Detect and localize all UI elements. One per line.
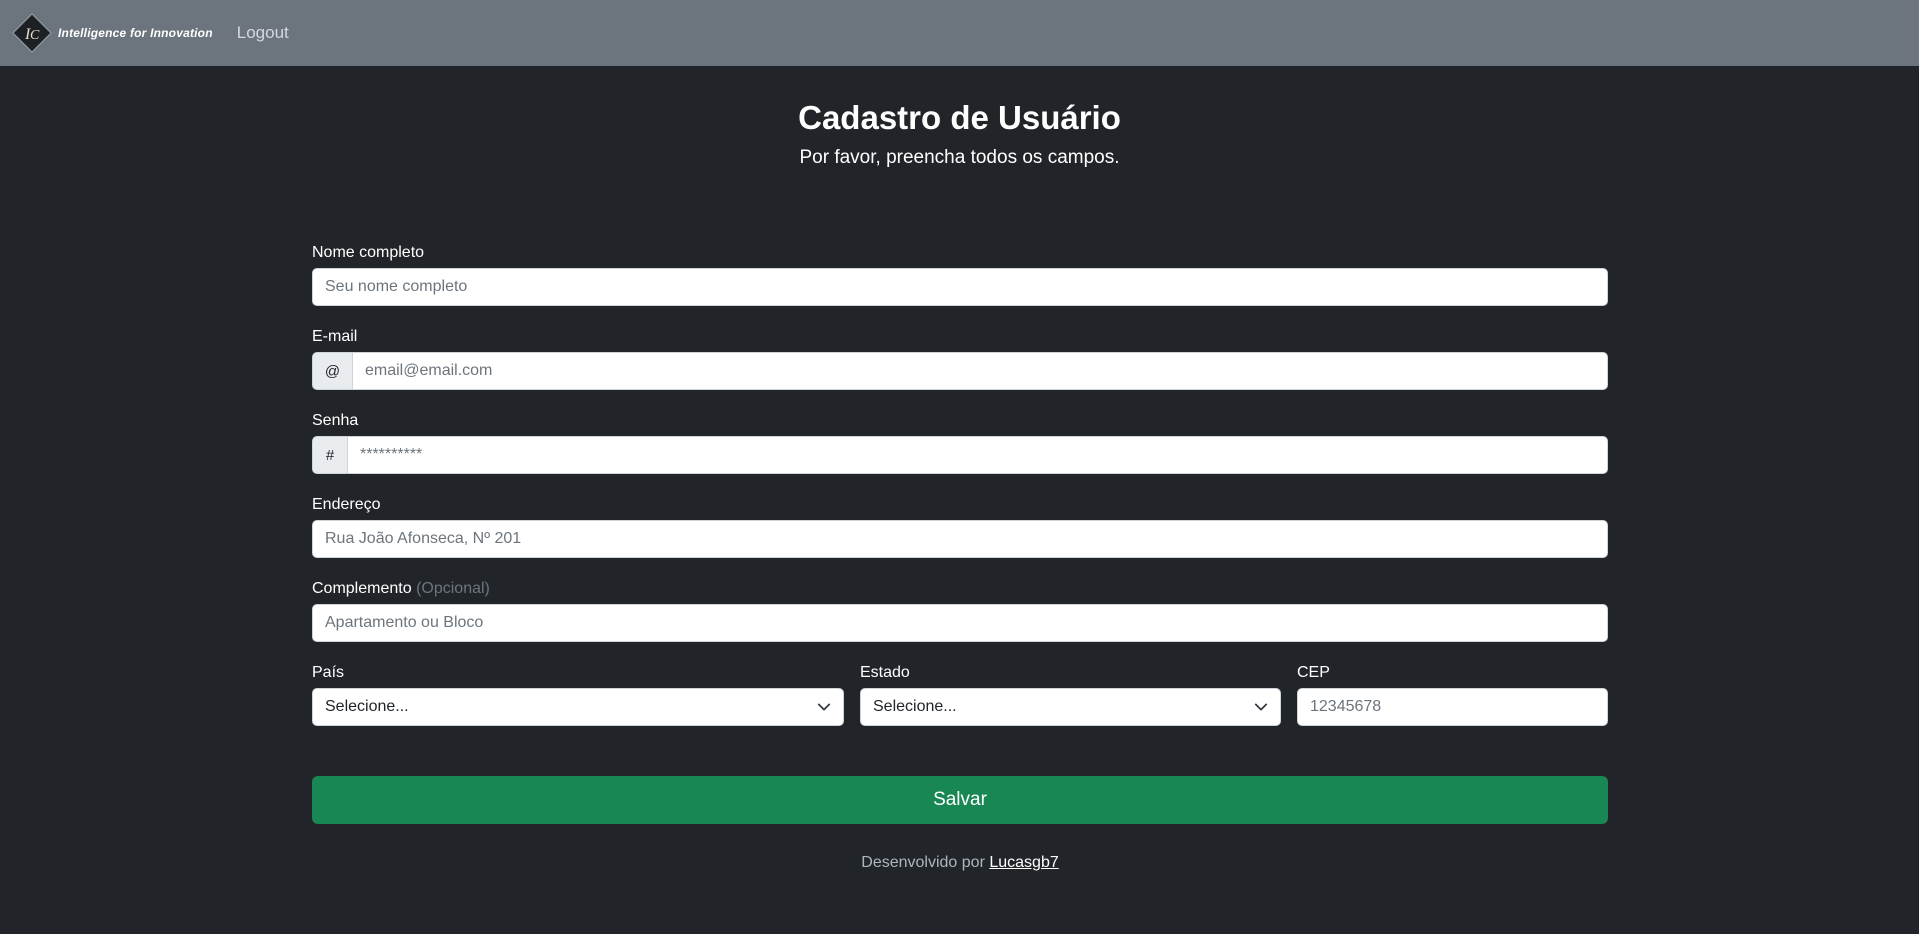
page-header: Cadastro de Usuário Por favor, preencha … (0, 96, 1919, 170)
chevron-down-icon (817, 703, 831, 711)
email-field-group: E-mail @ (312, 322, 1608, 390)
page-subtitle: Por favor, preencha todos os campos. (799, 147, 1120, 168)
password-input[interactable] (347, 436, 1608, 474)
email-label: E-mail (312, 328, 358, 345)
save-button[interactable]: Salvar (312, 776, 1608, 824)
complement-field-group: Complemento (Opcional) (312, 574, 1608, 642)
email-input[interactable] (352, 352, 1608, 390)
registration-form: Nome completo E-mail @ Senha # Endereço … (312, 238, 1608, 872)
address-field-group: Endereço (312, 490, 1608, 558)
footer-prefix: Desenvolvido por (861, 854, 985, 871)
brand-text: Intelligence for Innovation (58, 26, 213, 40)
complement-label: Complemento (Opcional) (312, 574, 1608, 604)
footer: Desenvolvido por Lucasgb7 (312, 854, 1608, 872)
address-label: Endereço (312, 496, 381, 513)
country-label: País (312, 664, 345, 681)
cep-field-group: CEP (1297, 658, 1608, 726)
at-sign-addon: @ (312, 352, 352, 390)
name-label: Nome completo (312, 244, 425, 261)
hash-addon: # (312, 436, 347, 474)
chevron-down-icon (1254, 703, 1268, 711)
location-row: País Selecione... Estado Selecione... CE… (312, 658, 1608, 726)
name-field-group: Nome completo (312, 238, 1608, 306)
logout-link[interactable]: Logout (237, 23, 289, 43)
complement-input[interactable] (312, 604, 1608, 642)
address-input[interactable] (312, 520, 1608, 558)
email-input-group: @ (312, 352, 1608, 390)
password-label: Senha (312, 412, 359, 429)
state-select-value: Selecione... (873, 698, 957, 715)
author-link[interactable]: Lucasgb7 (989, 854, 1058, 871)
diamond-logo-icon: I C (12, 13, 52, 53)
state-label: Estado (860, 664, 910, 681)
password-field-group: Senha # (312, 406, 1608, 474)
password-input-group: # (312, 436, 1608, 474)
full-name-input[interactable] (312, 268, 1608, 306)
state-select[interactable]: Selecione... (860, 688, 1281, 726)
top-navbar: I C Intelligence for Innovation Logout (0, 0, 1919, 66)
complement-label-text: Complemento (312, 580, 412, 597)
page-title: Cadastro de Usuário (798, 99, 1121, 136)
country-select[interactable]: Selecione... (312, 688, 844, 726)
svg-text:C: C (30, 28, 40, 43)
cep-label: CEP (1297, 664, 1330, 681)
country-select-value: Selecione... (325, 698, 409, 715)
brand[interactable]: I C Intelligence for Innovation (12, 0, 213, 66)
country-field-group: País Selecione... (312, 658, 844, 726)
state-field-group: Estado Selecione... (860, 658, 1281, 726)
cep-input[interactable] (1297, 688, 1608, 726)
optional-hint: (Opcional) (416, 580, 490, 597)
